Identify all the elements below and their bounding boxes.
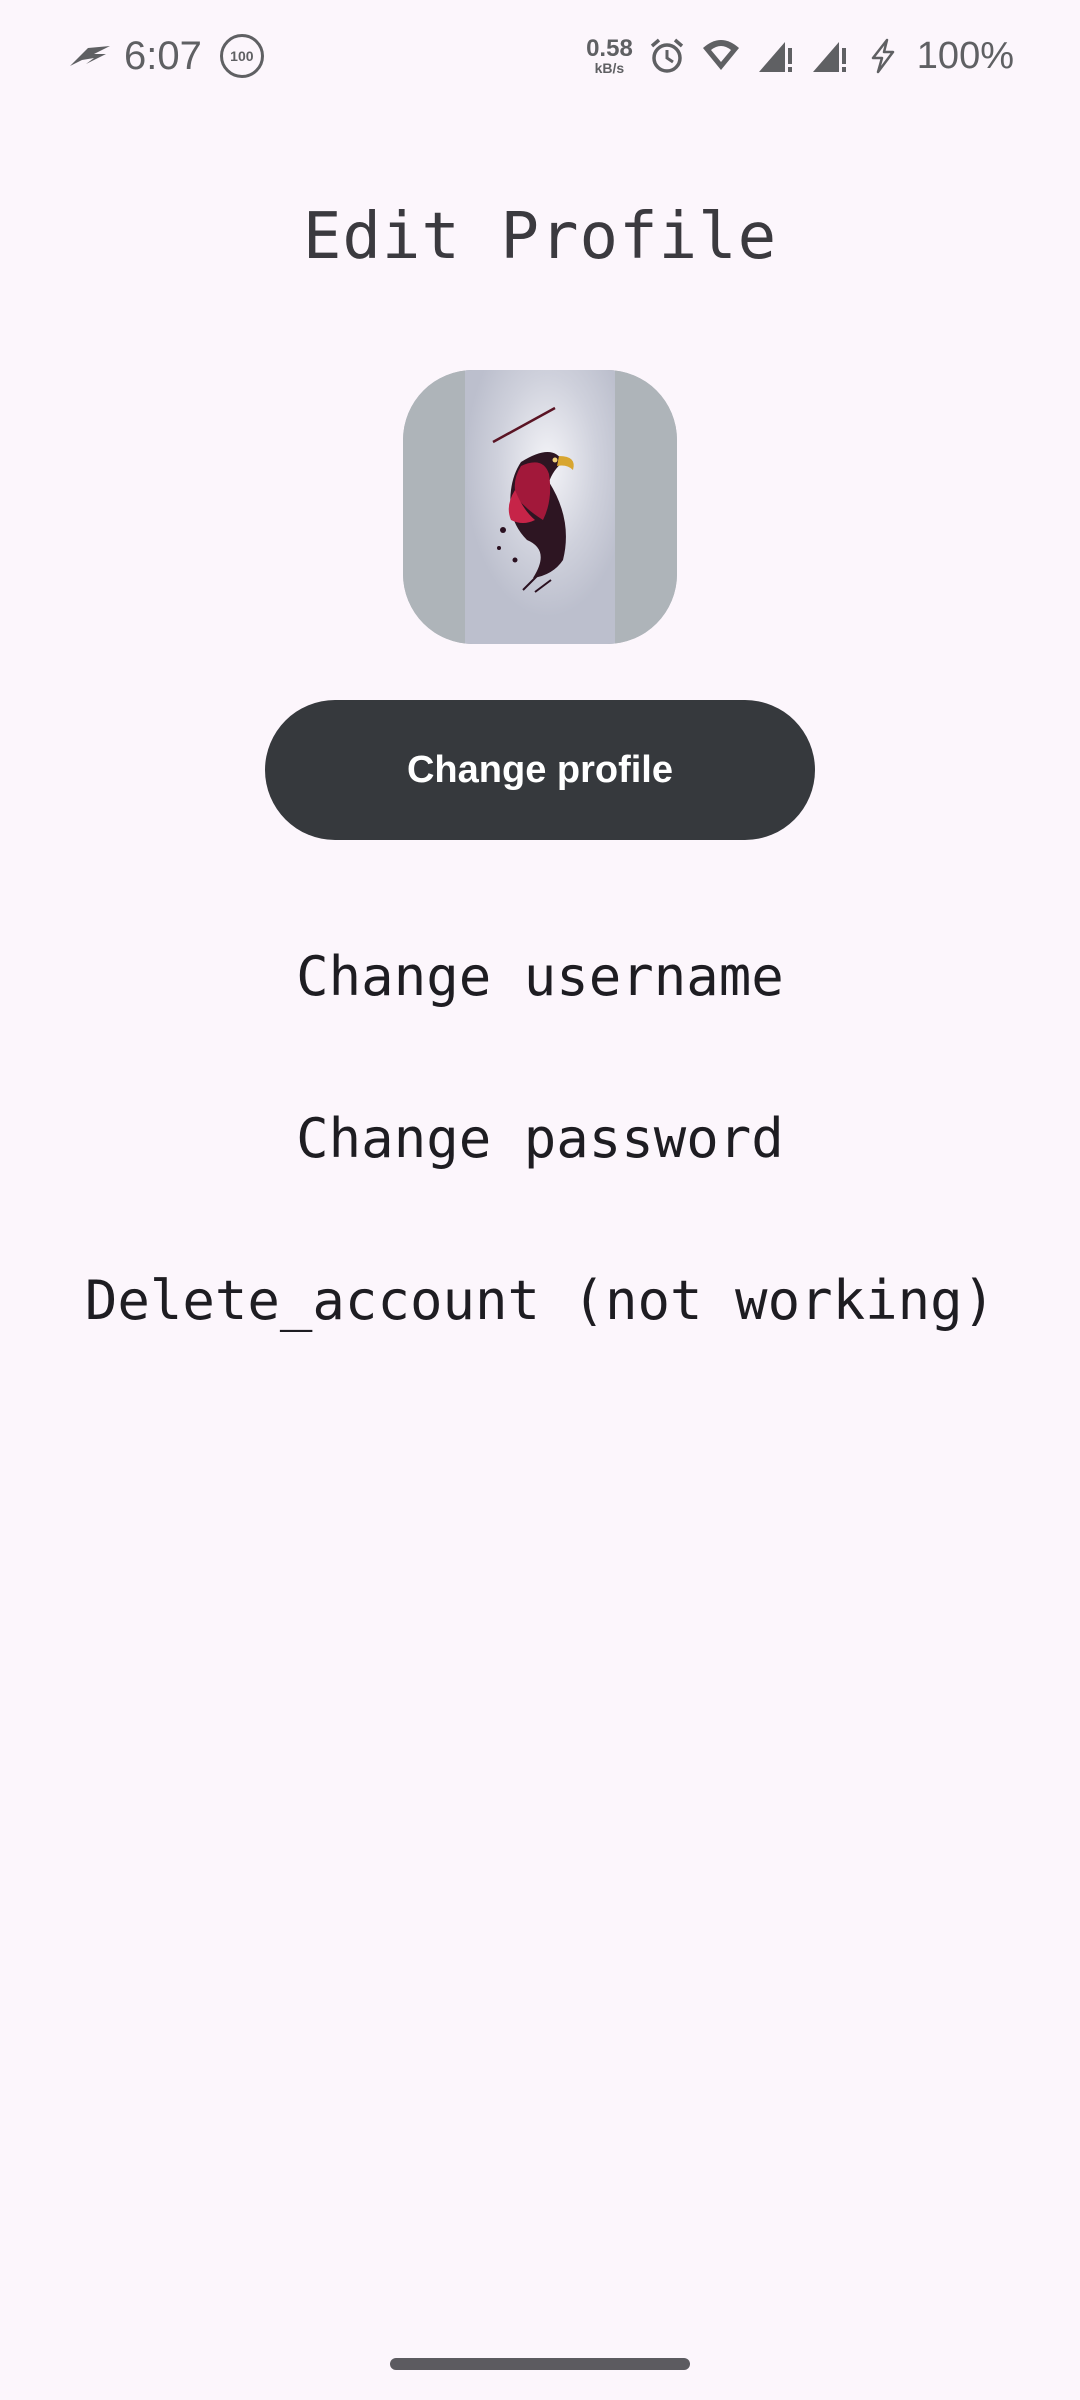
change-profile-button[interactable]: Change profile <box>265 700 815 840</box>
profile-avatar <box>403 370 677 644</box>
status-bar: 6:07 100 0.58 kB/s 100% <box>0 0 1080 110</box>
notification-badge: 100 <box>219 34 264 78</box>
change-username-link[interactable]: Change username <box>0 945 1080 1008</box>
network-speed-unit: kB/s <box>594 60 625 76</box>
network-speed: 0.58 kB/s <box>586 35 633 76</box>
change-password-link[interactable]: Change password <box>0 1107 1080 1170</box>
delete-account-link[interactable]: Delete_account (not working) <box>0 1269 1080 1332</box>
home-indicator[interactable] <box>390 2358 690 2370</box>
status-right: 0.58 kB/s 100% <box>586 28 1014 84</box>
page-title: Edit Profile <box>302 200 778 274</box>
signal-icon <box>758 42 792 72</box>
battery-level: 100% <box>916 34 1014 77</box>
network-speed-value: 0.58 <box>586 35 633 62</box>
charging-icon <box>871 38 895 74</box>
alarm-icon <box>650 38 683 73</box>
status-left: 6:07 100 <box>68 28 264 84</box>
eagle-illustration <box>403 370 677 644</box>
status-time: 6:07 <box>124 33 202 78</box>
rog-icon <box>70 46 110 66</box>
wifi-icon <box>702 40 739 70</box>
signal-icon <box>812 42 846 72</box>
